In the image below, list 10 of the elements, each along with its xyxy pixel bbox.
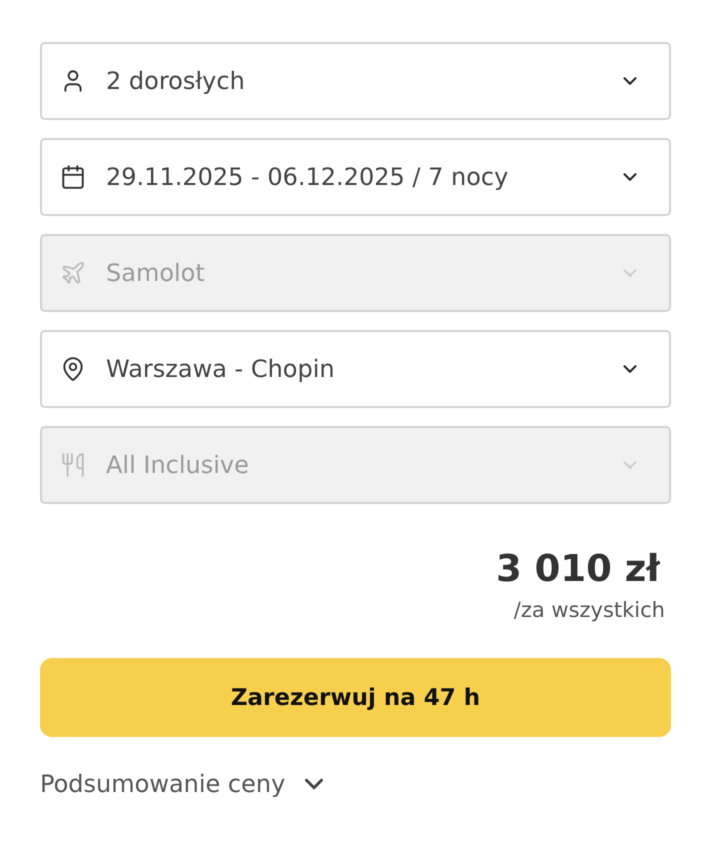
book-button[interactable]: Zarezerwuj na 47 h (40, 658, 671, 737)
dropdown-field[interactable]: Warszawa - Chopin (40, 330, 671, 408)
price-amount: 3 010 zł (496, 546, 660, 592)
plane-icon (60, 260, 86, 286)
price-note: /za wszystkich (514, 597, 665, 624)
calendar-icon (60, 164, 86, 190)
dropdown-field[interactable]: 29.11.2025 - 06.12.2025 / 7 nocy (40, 138, 671, 216)
fork-knife-icon (60, 452, 86, 478)
dropdown-field[interactable]: 2 dorosłych (40, 42, 671, 120)
price-summary-toggle[interactable]: Podsumowanie ceny (40, 769, 330, 799)
